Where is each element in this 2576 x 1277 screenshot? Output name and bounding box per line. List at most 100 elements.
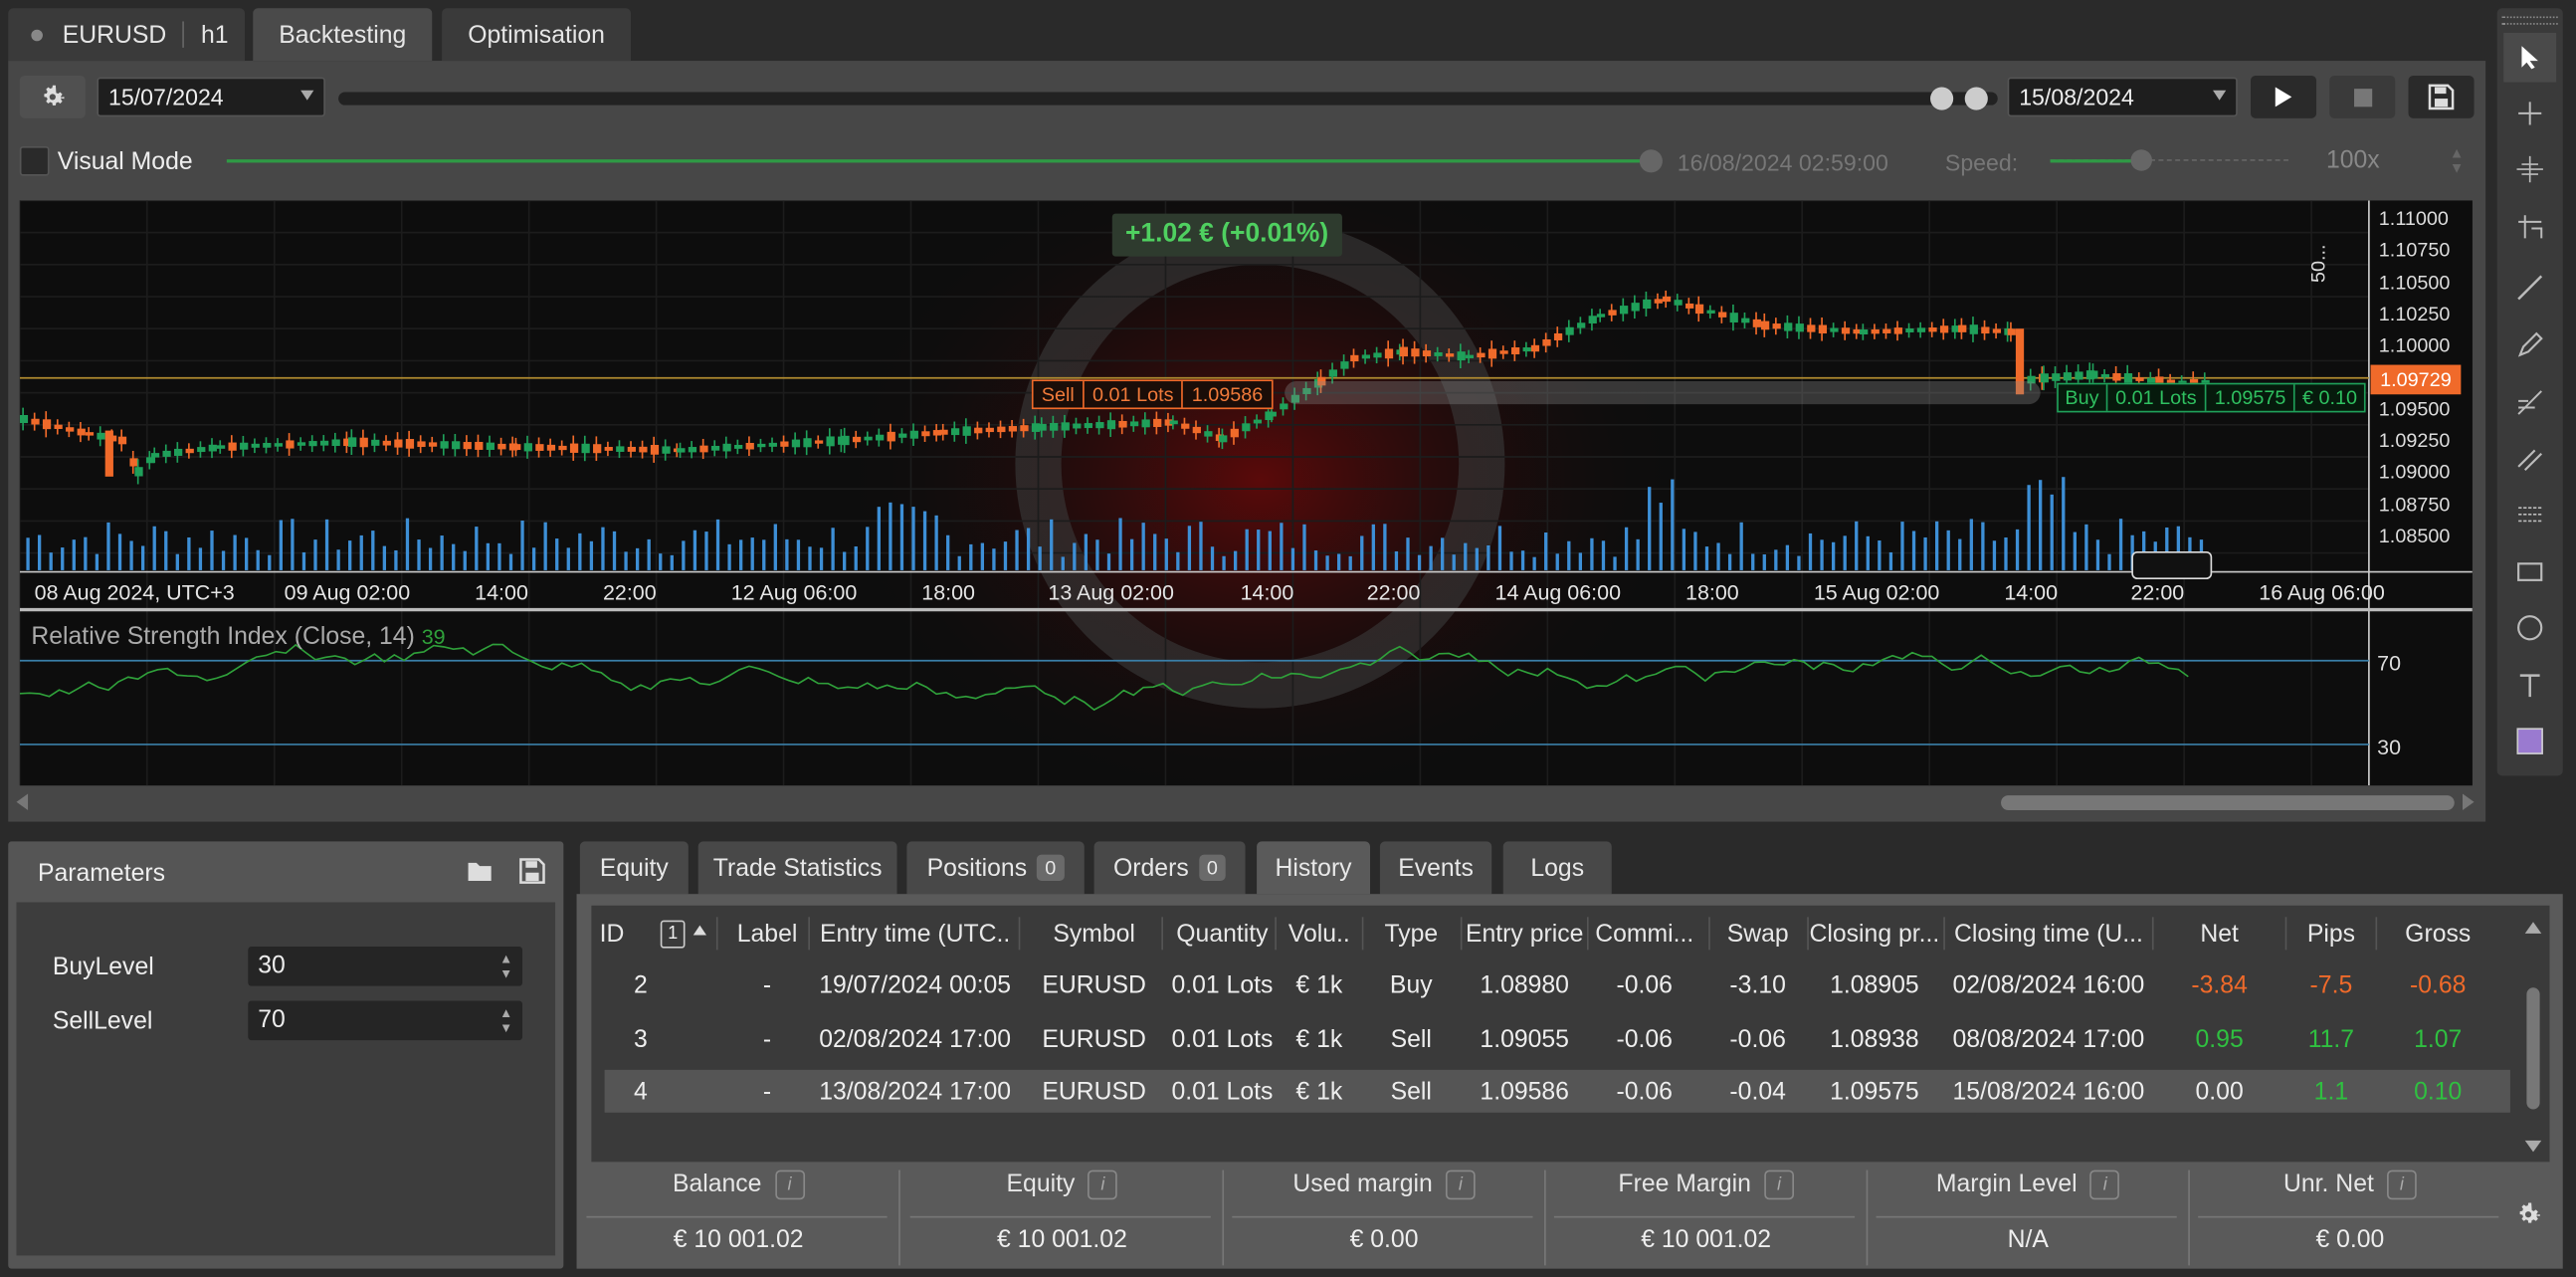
volume-bar — [1106, 553, 1111, 570]
volume-bar — [1095, 539, 1099, 570]
volume-bar — [301, 551, 306, 570]
save-params-button[interactable] — [519, 858, 545, 893]
account-settings-button[interactable] — [2513, 1199, 2543, 1237]
end-date-select[interactable]: 15/08/2024 — [2007, 77, 2238, 117]
candle — [417, 441, 426, 448]
line-tool[interactable] — [2503, 263, 2556, 313]
volume-bar — [221, 550, 226, 570]
scroll-right-icon[interactable] — [2462, 793, 2475, 810]
candle — [185, 448, 194, 454]
fib-levels-tool[interactable] — [2503, 492, 2556, 541]
settings-button[interactable] — [19, 75, 86, 118]
rectangle-tool[interactable] — [2503, 547, 2556, 597]
playback-progress[interactable] — [226, 159, 1657, 163]
pen-tool[interactable] — [2503, 320, 2556, 370]
table-row[interactable] — [605, 1014, 2510, 1067]
info-icon[interactable]: i — [1088, 1170, 1118, 1200]
info-icon[interactable]: i — [2387, 1170, 2417, 1200]
tab-equity[interactable]: Equity — [579, 841, 689, 895]
candle — [1192, 426, 1201, 434]
ellipse-tool[interactable] — [2503, 603, 2556, 653]
tab-logs[interactable]: Logs — [1502, 841, 1612, 895]
chart-scale-label[interactable]: 50... — [2306, 244, 2329, 283]
crosshair-tool[interactable] — [2503, 89, 2556, 138]
cursor-icon — [2521, 46, 2538, 70]
tab-trade-statistics[interactable]: Trade Statistics — [697, 841, 897, 895]
tab-orders[interactable]: Orders 0 — [1093, 841, 1246, 895]
volume-bar — [210, 531, 214, 570]
volume-bar — [2118, 519, 2123, 570]
volume-bar — [2027, 485, 2031, 570]
gear-icon — [2519, 1202, 2540, 1223]
price-chart[interactable] — [19, 200, 2473, 786]
volume-bar — [843, 551, 847, 570]
volume-bar — [106, 522, 110, 570]
volume-bar — [773, 524, 777, 570]
scroll-left-icon[interactable] — [16, 793, 29, 810]
volume-bar — [1015, 530, 1019, 570]
info-icon[interactable]: i — [1445, 1170, 1476, 1200]
table-header-cell[interactable]: ID — [600, 921, 633, 949]
info-icon[interactable]: i — [774, 1170, 805, 1200]
speed-slider-handle[interactable] — [2130, 149, 2152, 171]
volume-bar — [1544, 532, 1548, 570]
tab-history[interactable]: History — [1257, 841, 1371, 895]
stat-separator — [1866, 1170, 1869, 1266]
zoom-crosshair-tool[interactable] — [2503, 144, 2556, 194]
volume-bar — [1555, 553, 1559, 570]
channel-tool[interactable] — [2503, 434, 2556, 484]
play-button[interactable] — [2251, 75, 2317, 118]
buy-position-tag[interactable]: Buy 0.01 Lots 1.09575 € 0.10 — [2057, 382, 2366, 413]
spinner-icon[interactable]: ▲ ▼ — [499, 1005, 512, 1035]
candle — [876, 434, 885, 441]
candle — [1939, 325, 1949, 333]
info-icon[interactable]: i — [1764, 1170, 1794, 1200]
playback-handle[interactable] — [1639, 149, 1663, 173]
param-input-buylevel[interactable]: 30 ▲ ▼ — [248, 947, 523, 986]
stat-separator — [1222, 1170, 1225, 1266]
cursor-tool[interactable] — [2503, 33, 2557, 83]
table-row[interactable] — [605, 959, 2510, 1012]
tab-backtesting[interactable]: Backtesting — [253, 8, 433, 62]
open-params-button[interactable] — [467, 858, 493, 893]
param-input-selllevel[interactable]: 70 ▲ ▼ — [248, 1000, 523, 1041]
fibonacci-tool[interactable] — [2503, 378, 2556, 428]
table-scrollbar-thumb[interactable] — [2526, 987, 2540, 1110]
chart-scrollbar-thumb[interactable] — [2001, 795, 2455, 810]
candle — [814, 440, 824, 444]
account-stat-value: € 10 001.02 — [1641, 1225, 1772, 1254]
save-report-button[interactable] — [2408, 75, 2475, 118]
range-end-handle[interactable] — [1964, 87, 1988, 110]
sell-position-tag[interactable]: Sell 0.01 Lots 1.09586 — [1031, 379, 1274, 410]
tab-positions[interactable]: Positions 0 — [906, 841, 1085, 895]
text-tool[interactable] — [2503, 661, 2556, 711]
speed-spinner-icon[interactable]: ▲ ▼ — [2450, 145, 2465, 176]
table-scroll-down-icon[interactable] — [2524, 1140, 2542, 1153]
measure-tool[interactable] — [2503, 202, 2556, 252]
stat-divider — [586, 1215, 888, 1218]
table-scroll-up-icon[interactable] — [2524, 922, 2542, 934]
tab-logs-label: Logs — [1530, 853, 1585, 882]
volume-bar — [1520, 550, 1525, 570]
spinner-icon[interactable]: ▲ ▼ — [499, 952, 512, 981]
time-axis-label: 22:00 — [1366, 579, 1421, 605]
range-start-handle[interactable] — [1930, 87, 1954, 110]
volume-bar — [854, 546, 858, 570]
visual-mode-checkbox[interactable] — [19, 145, 50, 176]
speed-value[interactable]: 100x — [2326, 146, 2380, 174]
volume-bar — [1187, 526, 1192, 570]
info-icon[interactable]: i — [2089, 1170, 2120, 1200]
symbol-tab[interactable]: EURUSD h1 — [8, 8, 246, 62]
volume-bar — [1302, 524, 1306, 570]
start-date-select[interactable]: 15/07/2024 — [97, 77, 325, 117]
header-divider — [1586, 917, 1589, 951]
table-header-cell[interactable]: Gross — [2323, 921, 2553, 949]
tab-events[interactable]: Events — [1379, 841, 1492, 895]
table-row[interactable] — [605, 1067, 2510, 1120]
color-picker-tool[interactable] — [2503, 717, 2556, 766]
date-range-slider[interactable] — [338, 92, 1998, 106]
stop-button[interactable] — [2329, 75, 2396, 118]
candle — [174, 448, 183, 456]
tab-history-label: History — [1275, 853, 1352, 882]
tab-optimisation[interactable]: Optimisation — [442, 8, 632, 62]
